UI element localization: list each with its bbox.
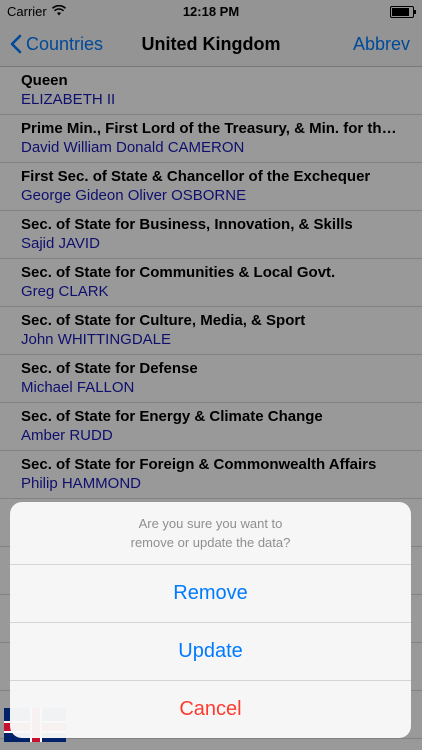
action-sheet-message: Are you sure you want to remove or updat… xyxy=(10,502,411,565)
cancel-button[interactable]: Cancel xyxy=(10,681,411,738)
remove-button[interactable]: Remove xyxy=(10,565,411,623)
action-sheet: Are you sure you want to remove or updat… xyxy=(10,502,411,738)
update-button[interactable]: Update xyxy=(10,623,411,681)
